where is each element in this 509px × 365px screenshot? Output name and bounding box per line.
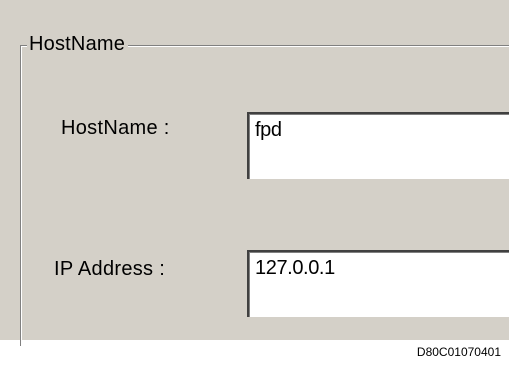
groupbox-title: HostName	[27, 32, 129, 56]
ip-address-label: IP Address :	[54, 258, 166, 280]
figure-caption: D80C01070401	[416, 345, 501, 359]
dialog-panel: HostName HostName : fpd IP Address : 127…	[0, 0, 509, 346]
hostname-label: HostName :	[61, 117, 170, 139]
hostname-input[interactable]: fpd	[247, 112, 509, 179]
ip-address-input[interactable]: 127.0.0.1	[247, 250, 509, 317]
